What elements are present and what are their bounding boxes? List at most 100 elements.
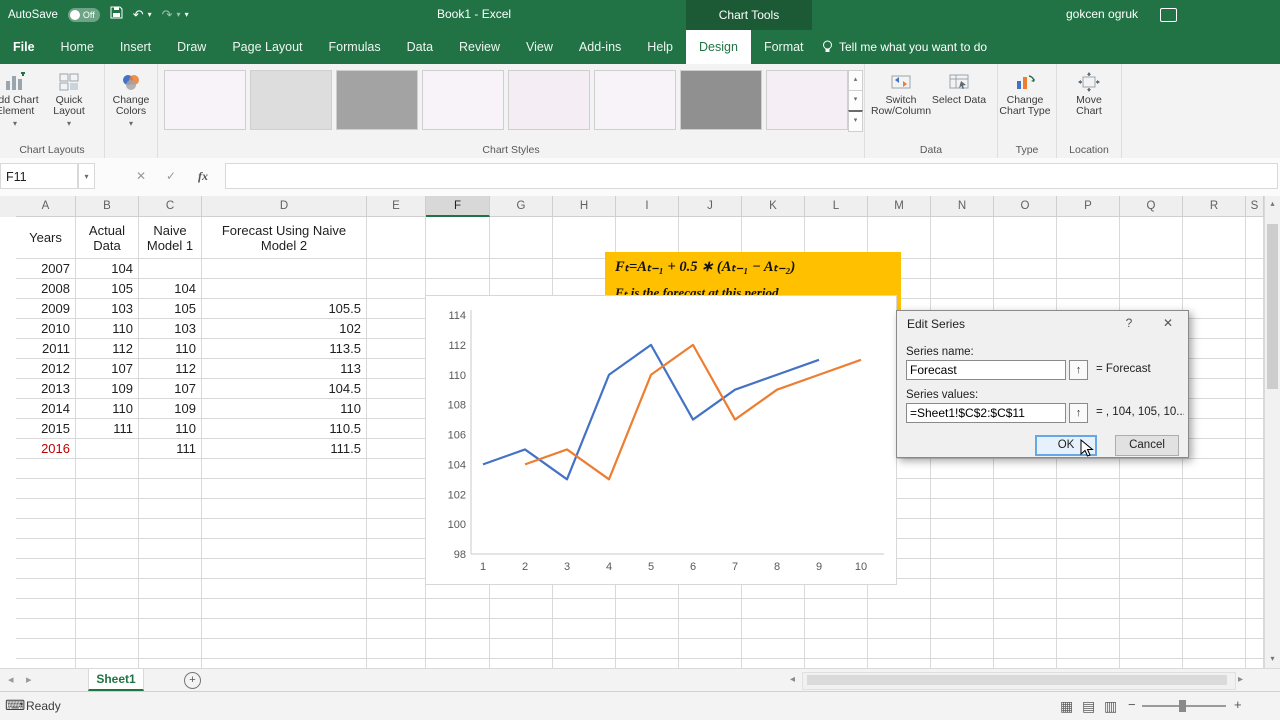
ribbon-display-options-icon[interactable]	[1160, 8, 1177, 22]
cell-S16[interactable]	[1246, 539, 1264, 559]
move-chart-button[interactable]: Move Chart	[1062, 64, 1116, 138]
cell-C17[interactable]	[139, 559, 202, 579]
cell-E6[interactable]	[367, 339, 426, 359]
cell-C21[interactable]	[139, 639, 202, 659]
tab-help[interactable]: Help	[634, 30, 686, 64]
cell-N20[interactable]	[931, 619, 994, 639]
cell-C6[interactable]: 110	[139, 339, 202, 359]
cell-P16[interactable]	[1057, 539, 1120, 559]
cell-Q15[interactable]	[1120, 519, 1183, 539]
column-header-I[interactable]: I	[616, 196, 679, 217]
cell-H22[interactable]	[553, 659, 616, 668]
column-header-R[interactable]: R	[1183, 196, 1246, 217]
cell-O2[interactable]	[994, 259, 1057, 279]
column-header-Q[interactable]: Q	[1120, 196, 1183, 217]
cell-D15[interactable]	[202, 519, 367, 539]
cell-A22[interactable]	[16, 659, 76, 668]
cell-Q16[interactable]	[1120, 539, 1183, 559]
cell-S19[interactable]	[1246, 599, 1264, 619]
cell-C19[interactable]	[139, 599, 202, 619]
cell-E21[interactable]	[367, 639, 426, 659]
tab-data[interactable]: Data	[394, 30, 446, 64]
cell-D8[interactable]: 104.5	[202, 379, 367, 399]
cell-C8[interactable]: 107	[139, 379, 202, 399]
cell-C15[interactable]	[139, 519, 202, 539]
cell-S10[interactable]	[1246, 419, 1264, 439]
cell-B18[interactable]	[76, 579, 139, 599]
series-name-range-picker-icon[interactable]: ↑	[1069, 360, 1088, 380]
cell-B9[interactable]: 110	[76, 399, 139, 419]
tab-review[interactable]: Review	[446, 30, 513, 64]
cell-A6[interactable]: 2011	[16, 339, 76, 359]
cell-E13[interactable]	[367, 479, 426, 499]
add-sheet-icon[interactable]: +	[184, 672, 201, 689]
cell-S12[interactable]	[1246, 459, 1264, 479]
add-chart-element-button[interactable]: Add Chart Element ▾	[0, 64, 42, 138]
cell-S3[interactable]	[1246, 279, 1264, 299]
cell-Q20[interactable]	[1120, 619, 1183, 639]
cell-J20[interactable]	[679, 619, 742, 639]
cell-I20[interactable]	[616, 619, 679, 639]
tab-view[interactable]: View	[513, 30, 566, 64]
cell-E3[interactable]	[367, 279, 426, 299]
cell-G22[interactable]	[490, 659, 553, 668]
cell-Q1[interactable]	[1120, 217, 1183, 259]
cell-P2[interactable]	[1057, 259, 1120, 279]
cell-P20[interactable]	[1057, 619, 1120, 639]
cell-A8[interactable]: 2013	[16, 379, 76, 399]
quick-layout-button[interactable]: Quick Layout ▾	[42, 64, 96, 138]
cell-O16[interactable]	[994, 539, 1057, 559]
sheet-nav-right-icon[interactable]: ▸	[26, 673, 32, 686]
cell-E10[interactable]	[367, 419, 426, 439]
cell-A10[interactable]: 2015	[16, 419, 76, 439]
cell-F19[interactable]	[426, 599, 490, 619]
cell-O22[interactable]	[994, 659, 1057, 668]
vertical-scrollbar[interactable]: ▴ ▾	[1264, 196, 1280, 668]
cell-D6[interactable]: 113.5	[202, 339, 367, 359]
cell-E11[interactable]	[367, 439, 426, 459]
cell-O18[interactable]	[994, 579, 1057, 599]
cell-D16[interactable]	[202, 539, 367, 559]
cell-R3[interactable]	[1183, 279, 1246, 299]
cell-R5[interactable]	[1183, 319, 1246, 339]
column-header-K[interactable]: K	[742, 196, 805, 217]
cell-C9[interactable]: 109	[139, 399, 202, 419]
cell-Q2[interactable]	[1120, 259, 1183, 279]
cell-C12[interactable]	[139, 459, 202, 479]
cell-E18[interactable]	[367, 579, 426, 599]
cell-N13[interactable]	[931, 479, 994, 499]
cell-S15[interactable]	[1246, 519, 1264, 539]
chart-style-swatch-6[interactable]	[594, 70, 676, 130]
cell-B13[interactable]	[76, 479, 139, 499]
cell-J22[interactable]	[679, 659, 742, 668]
cell-O1[interactable]	[994, 217, 1057, 259]
cell-O13[interactable]	[994, 479, 1057, 499]
cell-A7[interactable]: 2012	[16, 359, 76, 379]
cell-B19[interactable]	[76, 599, 139, 619]
cell-N21[interactable]	[931, 639, 994, 659]
cell-F22[interactable]	[426, 659, 490, 668]
cell-F1[interactable]	[426, 217, 490, 259]
cell-E4[interactable]	[367, 299, 426, 319]
tab-design[interactable]: Design	[686, 30, 751, 64]
cell-H20[interactable]	[553, 619, 616, 639]
cell-Q17[interactable]	[1120, 559, 1183, 579]
gallery-up-icon[interactable]: ▴	[848, 70, 863, 91]
cell-C13[interactable]	[139, 479, 202, 499]
chart-style-swatch-5[interactable]	[508, 70, 590, 130]
cell-J19[interactable]	[679, 599, 742, 619]
cancel-entry-icon[interactable]: ✕	[128, 163, 154, 189]
cell-D22[interactable]	[202, 659, 367, 668]
cell-P13[interactable]	[1057, 479, 1120, 499]
cell-B2[interactable]: 104	[76, 259, 139, 279]
redo-caret-icon[interactable]: ▾	[177, 0, 181, 30]
user-name[interactable]: gokcen ogruk	[1066, 7, 1138, 21]
insert-function-icon[interactable]: fx	[190, 163, 216, 189]
cell-O19[interactable]	[994, 599, 1057, 619]
enter-entry-icon[interactable]: ✓	[158, 163, 184, 189]
cell-S14[interactable]	[1246, 499, 1264, 519]
horizontal-scroll-thumb[interactable]	[807, 675, 1227, 685]
cell-M19[interactable]	[868, 599, 931, 619]
cell-R4[interactable]	[1183, 299, 1246, 319]
cell-R7[interactable]	[1183, 359, 1246, 379]
